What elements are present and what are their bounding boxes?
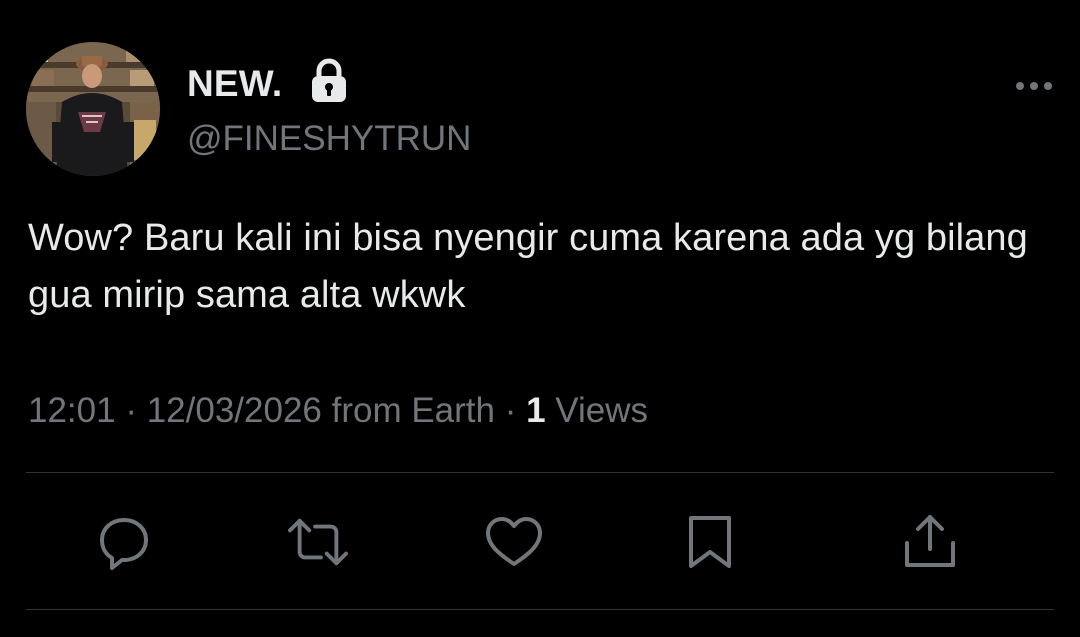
tweet-meta: 12:01 · 12/03/2026 from Earth · 1 Views: [28, 389, 648, 433]
divider: [26, 472, 1054, 473]
divider: [26, 609, 1054, 610]
share-button[interactable]: [900, 512, 960, 572]
views-count[interactable]: 1: [526, 391, 545, 430]
user-handle[interactable]: @FINESHYTRUN: [187, 119, 471, 159]
retweet-button[interactable]: [288, 512, 348, 572]
like-button[interactable]: [484, 512, 544, 572]
avatar[interactable]: [26, 42, 160, 176]
bookmark-button[interactable]: [680, 512, 740, 572]
tweet-text: Wow? Baru kali ini bisa nyengir cuma kar…: [28, 217, 1028, 316]
bookmark-icon: [689, 516, 731, 568]
more-icon[interactable]: [1012, 76, 1058, 96]
tweet-time[interactable]: 12:01: [28, 391, 116, 430]
reply-button[interactable]: [94, 512, 154, 572]
tweet-date[interactable]: 12/03/2026: [147, 391, 322, 430]
avatar-image: [26, 42, 160, 176]
lock-icon: [310, 58, 348, 104]
heart-icon: [486, 517, 542, 566]
display-name[interactable]: NEW.: [187, 64, 282, 104]
reply-icon: [100, 518, 148, 570]
meta-separator: ·: [115, 391, 147, 430]
meta-separator: ·: [494, 391, 527, 430]
retweet-icon: [288, 518, 348, 566]
views-label[interactable]: Views: [546, 391, 648, 430]
share-icon: [905, 515, 955, 567]
tweet-source: from Earth: [321, 391, 495, 430]
